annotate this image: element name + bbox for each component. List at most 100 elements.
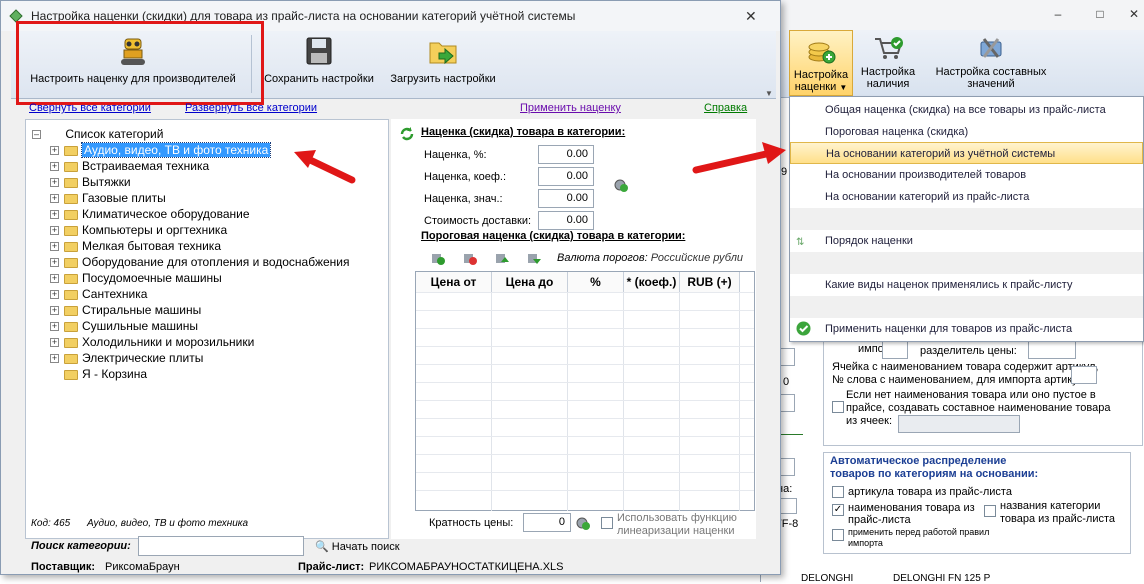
save-settings-button[interactable]: Сохранить настройки bbox=[259, 35, 379, 85]
move-down-icon[interactable] bbox=[527, 251, 541, 265]
load-settings-button[interactable]: Загрузить настройки bbox=[383, 35, 503, 85]
tree-item-label: Компьютеры и оргтехника bbox=[82, 223, 228, 237]
search-button-label: Начать поиск bbox=[331, 541, 400, 553]
expand-icon[interactable]: + bbox=[50, 226, 59, 236]
menu-item-apply-markups[interactable]: Применить наценки для товаров из прайс-л… bbox=[790, 318, 1143, 340]
grid-row-line bbox=[416, 400, 754, 401]
move-up-icon[interactable] bbox=[495, 251, 509, 265]
close-icon[interactable]: ✕ bbox=[745, 1, 757, 31]
add-row-icon[interactable] bbox=[431, 251, 445, 265]
expand-icon[interactable]: + bbox=[50, 354, 59, 364]
menu-item-applied-markups[interactable]: Какие виды наценок применялись к прайс-л… bbox=[790, 274, 1143, 296]
availability-settings-button[interactable]: Настройка наличия bbox=[857, 34, 919, 90]
menu-item-by-manufacturers[interactable]: На основании производителей товаров bbox=[790, 164, 1143, 186]
composite-name-checkbox[interactable] bbox=[832, 401, 844, 413]
expand-icon[interactable]: + bbox=[50, 258, 59, 268]
col-rub[interactable]: RUB (+) bbox=[680, 272, 740, 292]
help-link[interactable]: Справка bbox=[704, 102, 747, 114]
tree-item[interactable]: + Сантехника bbox=[50, 286, 147, 302]
apply-rules-checkbox[interactable] bbox=[832, 529, 844, 541]
apply-gear-icon[interactable] bbox=[613, 177, 629, 193]
expand-icon[interactable]: + bbox=[50, 306, 59, 316]
tree-item[interactable]: + Встраиваемая техника bbox=[50, 158, 209, 174]
col-percent[interactable]: % bbox=[568, 272, 624, 292]
article-word-input[interactable] bbox=[1071, 366, 1097, 384]
tree-item[interactable]: + Аудио, видео, ТВ и фото техника bbox=[50, 142, 272, 158]
menu-item-markup-order[interactable]: ⇅ Порядок наценки bbox=[790, 230, 1143, 252]
fragment-input-1[interactable] bbox=[779, 348, 795, 366]
markup-settings-button[interactable]: Настройка наценки ▼ bbox=[789, 30, 853, 96]
tree-item[interactable]: + Холодильники и морозильники bbox=[50, 334, 254, 350]
collapse-all-link[interactable]: Свернуть все категории bbox=[29, 102, 151, 114]
menu-item-by-pricelist-categories[interactable]: На основании категорий из прайс-листа bbox=[790, 186, 1143, 208]
tree-item[interactable]: + Сушильные машины bbox=[50, 318, 198, 334]
tree-item[interactable]: + Оборудование для отопления и водоснабже… bbox=[50, 254, 350, 270]
expand-all-link[interactable]: Развернуть все категории bbox=[185, 102, 317, 114]
tree-item[interactable]: +Я - Корзина bbox=[50, 366, 147, 382]
col-price-to[interactable]: Цена до bbox=[492, 272, 568, 292]
apply-markup-link[interactable]: Применить наценку bbox=[520, 102, 621, 114]
folder-icon bbox=[64, 225, 78, 236]
check-circle-icon bbox=[796, 321, 811, 336]
tree-item[interactable]: + Посудомоечные машины bbox=[50, 270, 222, 286]
by-name-checkbox[interactable]: ✓ bbox=[832, 504, 844, 516]
search-input[interactable] bbox=[138, 536, 304, 556]
expand-icon[interactable]: + bbox=[50, 178, 59, 188]
by-category-name-label-1: названия категории bbox=[1000, 500, 1101, 512]
markup-coef-input[interactable]: 0.00 bbox=[538, 167, 594, 186]
col-coef[interactable]: * (коеф.) bbox=[624, 272, 680, 292]
menu-item-general-markup[interactable]: Общая наценка (скидка) на все товары из … bbox=[790, 99, 1143, 121]
menu-item-by-accounting-categories[interactable]: На основании категорий из учётной систем… bbox=[790, 142, 1143, 164]
composite-line-2: прайсе, создавать составное наименование… bbox=[846, 402, 1111, 414]
price-multiplicity-input[interactable]: 0 bbox=[523, 513, 571, 532]
tree-root[interactable]: – Список категорий bbox=[32, 126, 163, 142]
expand-icon[interactable]: + bbox=[50, 146, 59, 156]
tree-item[interactable]: + Вытяжки bbox=[50, 174, 131, 190]
minimize-icon[interactable]: – bbox=[1051, 8, 1065, 20]
expand-icon[interactable]: + bbox=[50, 338, 59, 348]
expand-icon[interactable]: + bbox=[50, 162, 59, 172]
tree-item[interactable]: + Мелкая бытовая техника bbox=[50, 238, 221, 254]
fragment-input-3[interactable] bbox=[779, 458, 795, 476]
maximize-icon[interactable]: □ bbox=[1093, 8, 1107, 20]
toolbar-expand-icon[interactable]: ▼ bbox=[765, 89, 773, 98]
expand-icon[interactable]: + bbox=[50, 242, 59, 252]
load-settings-label: Загрузить настройки bbox=[390, 73, 496, 85]
delete-row-icon[interactable] bbox=[463, 251, 477, 265]
apply-multiplicity-icon[interactable] bbox=[575, 515, 591, 531]
menu-item-threshold-markup[interactable]: Пороговая наценка (скидка) bbox=[790, 121, 1143, 143]
tree-item[interactable]: + Климатическое оборудование bbox=[50, 206, 250, 222]
by-category-name-checkbox[interactable] bbox=[984, 505, 996, 517]
import-input[interactable] bbox=[882, 341, 908, 359]
coins-plus-icon bbox=[808, 42, 836, 64]
markup-percent-input[interactable]: 0.00 bbox=[538, 145, 594, 164]
col-price-from[interactable]: Цена от bbox=[416, 272, 492, 292]
expand-icon[interactable]: + bbox=[50, 210, 59, 220]
close-icon[interactable]: ✕ bbox=[1127, 8, 1141, 20]
markup-settings-label-1: Настройка bbox=[793, 69, 849, 81]
by-article-checkbox[interactable] bbox=[832, 486, 844, 498]
fragment-input-2[interactable] bbox=[779, 394, 795, 412]
expand-icon[interactable]: + bbox=[50, 290, 59, 300]
delivery-cost-input[interactable]: 0.00 bbox=[538, 211, 594, 230]
collapse-icon[interactable]: – bbox=[32, 130, 41, 140]
expand-icon[interactable]: + bbox=[50, 274, 59, 284]
grid-row-line bbox=[416, 472, 754, 473]
tree-item[interactable]: + Стиральные машины bbox=[50, 302, 201, 318]
search-button[interactable]: 🔍 Начать поиск bbox=[315, 540, 400, 553]
markup-value-input[interactable]: 0.00 bbox=[538, 189, 594, 208]
tree-item[interactable]: + Электрические плиты bbox=[50, 350, 203, 366]
markup-settings-label-2: наценки ▼ bbox=[794, 81, 848, 93]
linearize-checkbox[interactable] bbox=[601, 517, 613, 529]
refresh-icon[interactable] bbox=[399, 126, 415, 142]
expand-icon[interactable]: + bbox=[50, 322, 59, 332]
tree-item[interactable]: + Газовые плиты bbox=[50, 190, 166, 206]
composite-cells-input[interactable] bbox=[898, 415, 1020, 433]
composite-line-3: из ячеек: bbox=[846, 415, 893, 427]
expand-icon[interactable]: + bbox=[50, 194, 59, 204]
tree-item[interactable]: + Компьютеры и оргтехника bbox=[50, 222, 227, 238]
separator-input[interactable] bbox=[1028, 341, 1076, 359]
auto-distribution-title-1: Автоматическое распределение bbox=[830, 455, 1007, 467]
currency-value[interactable]: Российские рубли bbox=[651, 252, 743, 264]
composite-values-button[interactable]: Настройка составных значений bbox=[923, 34, 1059, 90]
